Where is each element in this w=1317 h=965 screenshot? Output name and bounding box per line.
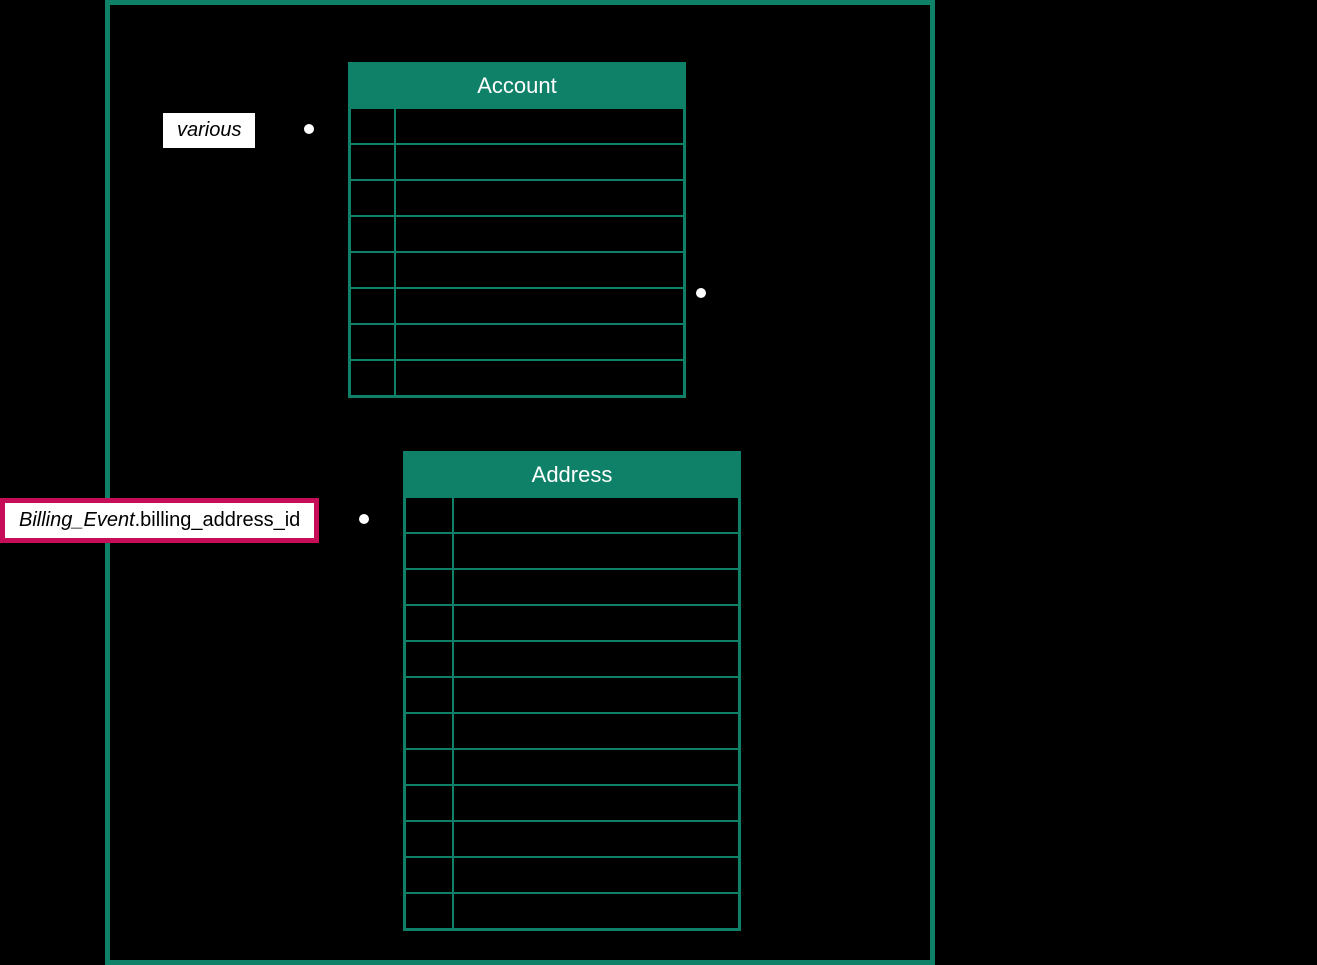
entity-row	[406, 532, 738, 568]
entity-row	[406, 496, 738, 532]
entity-row	[406, 856, 738, 892]
entity-row-name-cell	[454, 678, 738, 712]
entity-row	[351, 215, 683, 251]
entity-row-key-cell	[351, 145, 396, 179]
connector-dot-account-left	[304, 124, 314, 134]
entity-row	[406, 604, 738, 640]
connector-dot-account-right	[696, 288, 706, 298]
entity-row-name-cell	[454, 786, 738, 820]
entity-row-key-cell	[406, 822, 454, 856]
connector-dot-address-left	[359, 514, 369, 524]
entity-row	[406, 568, 738, 604]
entity-row	[351, 359, 683, 395]
diagram-canvas: Account Address various Billing_Event.bi…	[0, 0, 1317, 965]
entity-row	[351, 323, 683, 359]
connector-label-billing-event: Billing_Event.billing_address_id	[0, 498, 319, 543]
entity-row-name-cell	[454, 534, 738, 568]
entity-row-key-cell	[351, 325, 396, 359]
entity-address: Address	[403, 451, 741, 931]
entity-row-name-cell	[454, 822, 738, 856]
entity-row	[406, 748, 738, 784]
entity-row-key-cell	[406, 678, 454, 712]
entity-row-name-cell	[396, 145, 683, 179]
entity-row	[406, 892, 738, 928]
entity-row	[406, 712, 738, 748]
entity-row-key-cell	[351, 217, 396, 251]
entity-row-name-cell	[454, 606, 738, 640]
entity-row-name-cell	[454, 642, 738, 676]
entity-row	[406, 784, 738, 820]
billing-event-entity-name: Billing_Event	[19, 509, 135, 531]
connector-label-various-text: various	[177, 119, 241, 141]
entity-row-key-cell	[351, 289, 396, 323]
entity-row-key-cell	[406, 894, 454, 928]
entity-account-header: Account	[351, 65, 683, 107]
entity-row	[351, 251, 683, 287]
entity-row-key-cell	[406, 534, 454, 568]
entity-row	[351, 107, 683, 143]
entity-row	[406, 676, 738, 712]
entity-account: Account	[348, 62, 686, 398]
entity-row-name-cell	[396, 325, 683, 359]
entity-row	[351, 179, 683, 215]
entity-address-header: Address	[406, 454, 738, 496]
entity-row	[406, 820, 738, 856]
entity-row-name-cell	[396, 253, 683, 287]
entity-row-key-cell	[406, 498, 454, 532]
entity-row-name-cell	[396, 217, 683, 251]
entity-row-name-cell	[454, 894, 738, 928]
entity-row-name-cell	[396, 181, 683, 215]
entity-row	[406, 640, 738, 676]
entity-row-name-cell	[396, 361, 683, 395]
entity-row-key-cell	[351, 253, 396, 287]
entity-row-name-cell	[396, 109, 683, 143]
entity-row-key-cell	[406, 858, 454, 892]
entity-row	[351, 143, 683, 179]
entity-row-key-cell	[406, 714, 454, 748]
entity-address-body	[406, 496, 738, 928]
entity-row-key-cell	[406, 570, 454, 604]
entity-row-key-cell	[351, 361, 396, 395]
entity-row-name-cell	[454, 714, 738, 748]
entity-account-body	[351, 107, 683, 395]
entity-row-key-cell	[351, 181, 396, 215]
connector-label-various: various	[163, 113, 255, 148]
entity-row-name-cell	[454, 858, 738, 892]
billing-event-column-name: .billing_address_id	[135, 509, 301, 531]
entity-row-name-cell	[454, 750, 738, 784]
entity-row-name-cell	[454, 498, 738, 532]
entity-row-key-cell	[406, 606, 454, 640]
entity-row-key-cell	[406, 750, 454, 784]
entity-row	[351, 287, 683, 323]
entity-row-key-cell	[406, 642, 454, 676]
entity-row-key-cell	[351, 109, 396, 143]
entity-row-name-cell	[454, 570, 738, 604]
entity-row-key-cell	[406, 786, 454, 820]
entity-row-name-cell	[396, 289, 683, 323]
